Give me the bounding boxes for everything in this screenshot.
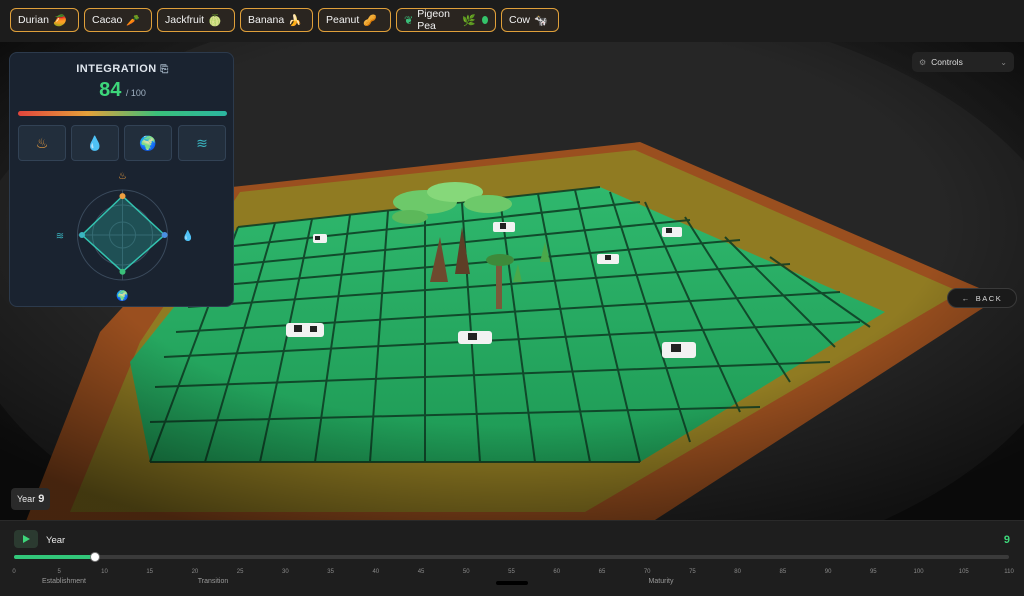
tick-label: 55	[508, 569, 515, 575]
chip-label: Pigeon Pea	[417, 8, 458, 32]
back-button[interactable]: ← BACK	[947, 288, 1017, 308]
timeline-label: Year	[46, 535, 65, 546]
tick-label: 50	[463, 569, 470, 575]
timeline-value: 9	[1004, 534, 1010, 546]
peanut-icon: 🥜	[363, 14, 377, 27]
phase-transition: Transition	[198, 578, 228, 585]
banana-icon: 🍌	[288, 14, 302, 27]
tick-label: 25	[237, 569, 244, 575]
radar-point-water	[162, 232, 168, 238]
earth-icon: 🌍	[139, 135, 156, 152]
air-button[interactable]: ≋	[178, 125, 226, 161]
year-badge-value: 9	[38, 493, 44, 505]
tick-label: 75	[689, 569, 696, 575]
status-dot	[482, 16, 488, 24]
tick-label: 10	[101, 569, 108, 575]
fire-button[interactable]: ♨	[18, 125, 66, 161]
scroll-icon[interactable]: ⎘	[160, 64, 169, 75]
controls-dropdown[interactable]: ⚙ Controls ⌄	[912, 52, 1014, 72]
back-label: BACK	[976, 294, 1002, 303]
tick-label: 60	[553, 569, 560, 575]
tick-label: 100	[914, 569, 924, 575]
arrow-left-icon: ←	[962, 294, 971, 303]
phase-maturity: Maturity	[649, 578, 674, 585]
jackfruit-icon: 🍈	[208, 14, 222, 27]
integration-title: INTEGRATION ⎘	[10, 63, 235, 75]
tick-label: 20	[192, 569, 199, 575]
tick-label: 45	[418, 569, 425, 575]
controls-label: Controls	[931, 57, 963, 67]
chip-label: Cow	[509, 14, 530, 26]
tick-label: 110	[1004, 569, 1014, 575]
species-chip-banana[interactable]: Banana 🍌	[240, 8, 313, 32]
tick-label: 90	[825, 569, 832, 575]
chip-label: Banana	[248, 14, 284, 26]
year-badge-label: Year	[17, 494, 35, 504]
species-chip-cacao[interactable]: Cacao 🥕	[84, 8, 152, 32]
score-gradient-bar	[18, 111, 227, 116]
tick-label: 15	[146, 569, 153, 575]
cow-icon: 🐄	[534, 14, 548, 27]
water-icon: 💧	[86, 135, 103, 152]
species-chip-peanut[interactable]: Peanut 🥜	[318, 8, 391, 32]
radar-point-air	[79, 232, 85, 238]
score-max: / 100	[126, 88, 146, 98]
year-badge: Year 9	[11, 488, 50, 510]
tick-label: 40	[372, 569, 379, 575]
radar-earth-icon: 🌍	[116, 289, 128, 302]
score-value: 84	[99, 79, 121, 101]
radar-point-earth	[120, 269, 126, 275]
phase-establishment: Establishment	[42, 578, 86, 585]
year-slider-thumb[interactable]	[90, 552, 100, 562]
integration-panel: INTEGRATION ⎘ 84 / 100 ♨ 💧 🌍 ≋ ♨ 💧 🌍 ≋	[9, 52, 234, 307]
tick-label: 70	[644, 569, 651, 575]
radar-water-icon: 💧	[182, 229, 194, 242]
year-slider-fill	[14, 555, 95, 559]
tick-label: 30	[282, 569, 289, 575]
fire-icon: ♨	[36, 135, 49, 152]
tick-label: 35	[327, 569, 334, 575]
species-chip-pigeon-pea[interactable]: ❦ Pigeon Pea 🌿	[396, 8, 496, 32]
integration-score: 84 / 100	[10, 79, 235, 102]
water-button[interactable]: 💧	[71, 125, 119, 161]
tick-label: 0	[12, 569, 15, 575]
chip-label: Cacao	[92, 14, 122, 26]
play-icon	[21, 534, 31, 544]
earth-button[interactable]: 🌍	[124, 125, 172, 161]
radar-chart: ♨ 💧 🌍 ≋	[10, 165, 235, 305]
pigeon-pea-icon: 🌿	[462, 14, 476, 27]
play-button[interactable]	[14, 530, 38, 548]
durian-icon: 🥭	[53, 14, 67, 27]
timeline-panel: Year 9 0 5 10 15 20 25 30 35 40 45 50 55 60 65 70 75 80 8…	[0, 520, 1024, 596]
year-slider-track[interactable]	[14, 555, 1009, 559]
controls-icon: ⚙	[919, 58, 926, 67]
chip-label: Durian	[18, 14, 49, 26]
cacao-icon: 🥕	[126, 14, 140, 27]
drag-handle[interactable]	[496, 581, 528, 585]
tick-label: 5	[58, 569, 61, 575]
chevron-down-icon: ⌄	[1000, 58, 1007, 67]
tick-label: 85	[780, 569, 787, 575]
species-chip-cow[interactable]: Cow 🐄	[501, 8, 559, 32]
tick-label: 95	[870, 569, 877, 575]
species-bar: Durian 🥭 Cacao 🥕 Jackfruit 🍈 Banana 🍌 Peanut…	[0, 0, 1024, 43]
species-chip-durian[interactable]: Durian 🥭	[10, 8, 79, 32]
sprout-icon: ❦	[404, 14, 413, 27]
radar-area	[82, 196, 165, 272]
species-chip-jackfruit[interactable]: Jackfruit 🍈	[157, 8, 235, 32]
radar-fire-icon: ♨	[118, 171, 127, 182]
tick-label: 65	[599, 569, 606, 575]
tick-label: 105	[959, 569, 969, 575]
chip-label: Jackfruit	[165, 14, 204, 26]
radar-wind-icon: ≋	[56, 231, 64, 242]
tick-label: 80	[734, 569, 741, 575]
chip-label: Peanut	[326, 14, 359, 26]
wind-icon: ≋	[196, 135, 208, 152]
radar-point-fire	[120, 193, 126, 199]
